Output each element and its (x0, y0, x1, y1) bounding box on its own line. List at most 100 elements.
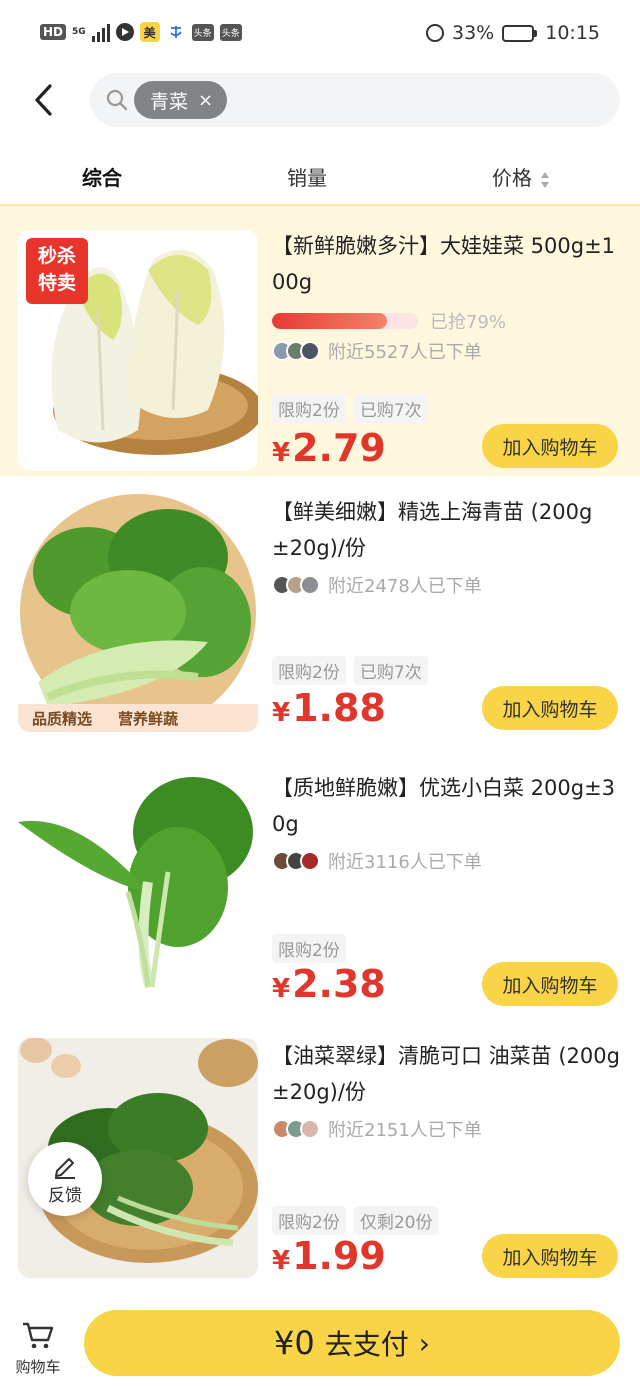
cart-label: 购物车 (15, 1358, 61, 1376)
limit-tag: 限购2份 (272, 656, 346, 685)
product-card[interactable]: 品质精选 营养鲜蔬 【鲜美细嫩】精选上海青苗 (200g±20g)/份 附近24… (0, 476, 640, 748)
buyers-text: 附近3116人已下单 (328, 852, 482, 873)
back-button[interactable] (28, 80, 64, 120)
add-to-cart-button[interactable]: 加入购物车 (482, 1234, 618, 1278)
product-tags: 限购2份 已购7次 (272, 394, 428, 423)
news-app-icon: 头条 (191, 23, 214, 41)
battery-percent: 33% (452, 22, 495, 44)
currency-symbol: ¥ (272, 1246, 291, 1276)
alipay-app-icon (166, 22, 186, 42)
product-info: 【质地鲜脆嫩】优选小白菜 200g±30g 附近3116人已下单 (272, 770, 622, 876)
sort-tabs: 综合 销量 价格 (0, 150, 640, 200)
price-value: 2.38 (292, 962, 386, 1006)
search-icon (106, 89, 128, 111)
currency-symbol: ¥ (272, 438, 291, 468)
price-value: 2.79 (292, 426, 386, 470)
purchased-tag: 已购7次 (353, 656, 428, 685)
checkout-button[interactable]: ¥0 去支付 › (84, 1310, 620, 1376)
buyer-avatars (272, 575, 320, 595)
tab-price[interactable]: 价格 (492, 162, 550, 191)
product-card[interactable]: 秒杀 特卖 【新鲜脆嫩多汁】大娃娃菜 500g±100g 已抢79% 附近552 (0, 204, 640, 476)
product-title[interactable]: 【油菜翠绿】清脆可口 油菜苗 (200g±20g)/份 (272, 1038, 622, 1110)
shopping-cart-icon (23, 1322, 54, 1349)
pencil-icon (55, 1157, 75, 1179)
chevron-left-icon (35, 84, 52, 116)
avatar (300, 341, 320, 361)
product-info: 【新鲜脆嫩多汁】大娃娃菜 500g±100g 已抢79% 附近5527人已下单 (272, 228, 622, 366)
sold-progress: 已抢79% (272, 310, 622, 333)
pay-label: 去支付 (324, 1328, 409, 1361)
buyer-avatars (272, 1119, 320, 1139)
news-app-icon-2: 头条 (219, 23, 242, 41)
product-tags: 限购2份 (272, 934, 346, 963)
product-tags: 限购2份 仅剩20份 (272, 1206, 439, 1235)
tab-sales[interactable]: 销量 (287, 162, 327, 191)
status-left: HD 5G 美 头条 头条 (40, 22, 242, 42)
cart-total: ¥0 (274, 1324, 315, 1362)
price-value: 1.88 (292, 686, 386, 730)
limit-tag: 限购2份 (272, 934, 346, 963)
buyers-row: 附近5527人已下单 (272, 336, 622, 366)
buyers-row: 附近2151人已下单 (272, 1114, 622, 1144)
status-bar: HD 5G 美 头条 头条 33% 10:15 (0, 0, 640, 70)
meituan-app-icon: 美 (139, 22, 160, 42)
buyers-text: 附近2478人已下单 (328, 576, 482, 597)
product-price: ¥ 1.88 (272, 686, 386, 730)
nutrition-label: 营养鲜蔬 (118, 709, 179, 728)
limit-tag: 限购2份 (272, 394, 346, 423)
add-to-cart-button[interactable]: 加入购物车 (482, 424, 618, 468)
buyer-avatars (272, 341, 320, 361)
network-type: 5G (72, 26, 86, 37)
limit-tag: 限购2份 (272, 1206, 346, 1235)
search-results-page: HD 5G 美 头条 头条 33% 10:15 青菜 × 综合 销量 价格 秒杀… (0, 0, 640, 1387)
product-price: ¥ 2.38 (272, 962, 386, 1006)
status-right: 33% 10:15 (426, 22, 600, 44)
bok-choy-image (18, 777, 253, 989)
feedback-button[interactable]: 反馈 (28, 1142, 102, 1216)
product-price: ¥ 1.99 (272, 1234, 386, 1278)
product-title[interactable]: 【质地鲜脆嫩】优选小白菜 200g±30g (272, 770, 622, 842)
signal-icon (91, 22, 110, 42)
buyer-avatars (272, 851, 320, 871)
sort-arrows-icon (540, 171, 550, 189)
seckill-badge-line1: 秒杀 (37, 245, 76, 267)
chevron-right-icon: › (418, 1326, 430, 1360)
progress-text: 已抢79% (430, 312, 507, 333)
feedback-label: 反馈 (48, 1185, 82, 1206)
buyers-text: 附近2151人已下单 (328, 1120, 482, 1141)
purchased-tag: 已购7次 (353, 394, 428, 423)
add-to-cart-button[interactable]: 加入购物车 (482, 686, 618, 730)
product-title[interactable]: 【新鲜脆嫩多汁】大娃娃菜 500g±100g (272, 228, 622, 300)
product-info: 【油菜翠绿】清脆可口 油菜苗 (200g±20g)/份 附近2151人已下单 (272, 1038, 622, 1144)
buyers-text: 附近5527人已下单 (328, 342, 482, 363)
price-value: 1.99 (292, 1234, 386, 1278)
product-card[interactable]: 【油菜翠绿】清脆可口 油菜苗 (200g±20g)/份 附近2151人已下单 限… (0, 1020, 640, 1292)
buyers-row: 附近3116人已下单 (272, 846, 622, 876)
product-image-napa-cabbage[interactable]: 秒杀 特卖 (18, 230, 258, 470)
avatar (300, 1119, 320, 1139)
seckill-badge: 秒杀 特卖 (26, 238, 88, 304)
battery-icon (502, 24, 538, 42)
shanghai-greens-image (20, 494, 256, 730)
currency-symbol: ¥ (272, 698, 291, 728)
tab-comprehensive[interactable]: 综合 (82, 162, 122, 191)
product-info: 【鲜美细嫩】精选上海青苗 (200g±20g)/份 附近2478人已下单 (272, 494, 622, 600)
avatar (300, 851, 320, 871)
avatar (300, 575, 320, 595)
quality-label: 品质精选 (32, 709, 93, 728)
product-card[interactable]: 【质地鲜脆嫩】优选小白菜 200g±30g 附近3116人已下单 限购2份 ¥ … (0, 748, 640, 1020)
chip-label: 青菜 (150, 90, 189, 113)
close-icon[interactable]: × (198, 90, 213, 111)
alarm-icon (426, 24, 444, 42)
hd-indicator: HD (40, 24, 67, 40)
product-title[interactable]: 【鲜美细嫩】精选上海青苗 (200g±20g)/份 (272, 494, 622, 566)
seckill-badge-line2: 特卖 (37, 272, 76, 294)
cart-shortcut[interactable]: 购物车 (14, 1320, 62, 1377)
add-to-cart-button[interactable]: 加入购物车 (482, 962, 618, 1006)
product-image-shanghai-greens[interactable]: 品质精选 营养鲜蔬 (18, 492, 258, 732)
clock: 10:15 (545, 22, 600, 44)
buyers-row: 附近2478人已下单 (272, 570, 622, 600)
search-keyword-chip[interactable]: 青菜 × (134, 81, 228, 119)
product-image-bok-choy[interactable] (18, 772, 258, 1012)
product-tags: 限购2份 已购7次 (272, 656, 428, 685)
